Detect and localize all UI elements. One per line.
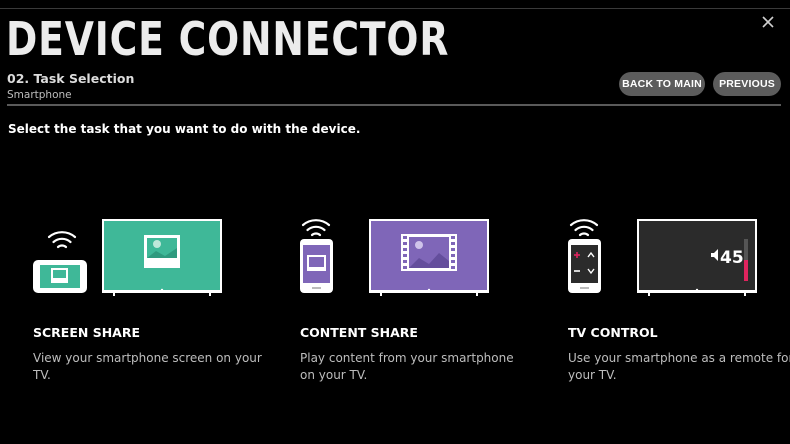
close-icon[interactable]	[758, 12, 778, 32]
phone-remote-icon	[568, 239, 601, 293]
page-title: DEVICE CONNECTOR	[6, 12, 450, 66]
task-title-tv-control: TV CONTROL	[568, 325, 658, 340]
tv-icon: 45	[637, 219, 757, 296]
content-share-illustration[interactable]	[295, 205, 545, 300]
back-to-main-button[interactable]: BACK TO MAIN	[619, 72, 705, 96]
instruction-text: Select the task that you want to do with…	[8, 122, 361, 136]
screen-share-illustration[interactable]	[26, 205, 276, 300]
task-title-screen-share: SCREEN SHARE	[33, 325, 140, 340]
wifi-icon	[301, 219, 331, 237]
wifi-icon	[47, 231, 77, 249]
tv-icon	[102, 219, 222, 296]
tv-icon	[369, 219, 489, 296]
header-divider	[7, 104, 781, 106]
phone-portrait-icon	[300, 239, 333, 293]
tv-control-illustration[interactable]: 45	[563, 205, 790, 300]
task-title-content-share: CONTENT SHARE	[300, 325, 418, 340]
task-desc-tv-control: Use your smartphone as a remote for your…	[568, 351, 790, 382]
previous-button[interactable]: PREVIOUS	[713, 72, 781, 96]
task-desc-content-share: Play content from your smartphone on you…	[300, 351, 514, 382]
top-divider	[0, 8, 790, 9]
device-label: Smartphone	[7, 89, 72, 101]
step-title: 02. Task Selection	[7, 71, 135, 86]
wifi-icon	[569, 219, 599, 237]
phone-landscape-icon	[33, 260, 87, 293]
task-desc-screen-share: View your smartphone screen on your TV.	[33, 351, 262, 382]
volume-value: 45	[720, 248, 744, 268]
